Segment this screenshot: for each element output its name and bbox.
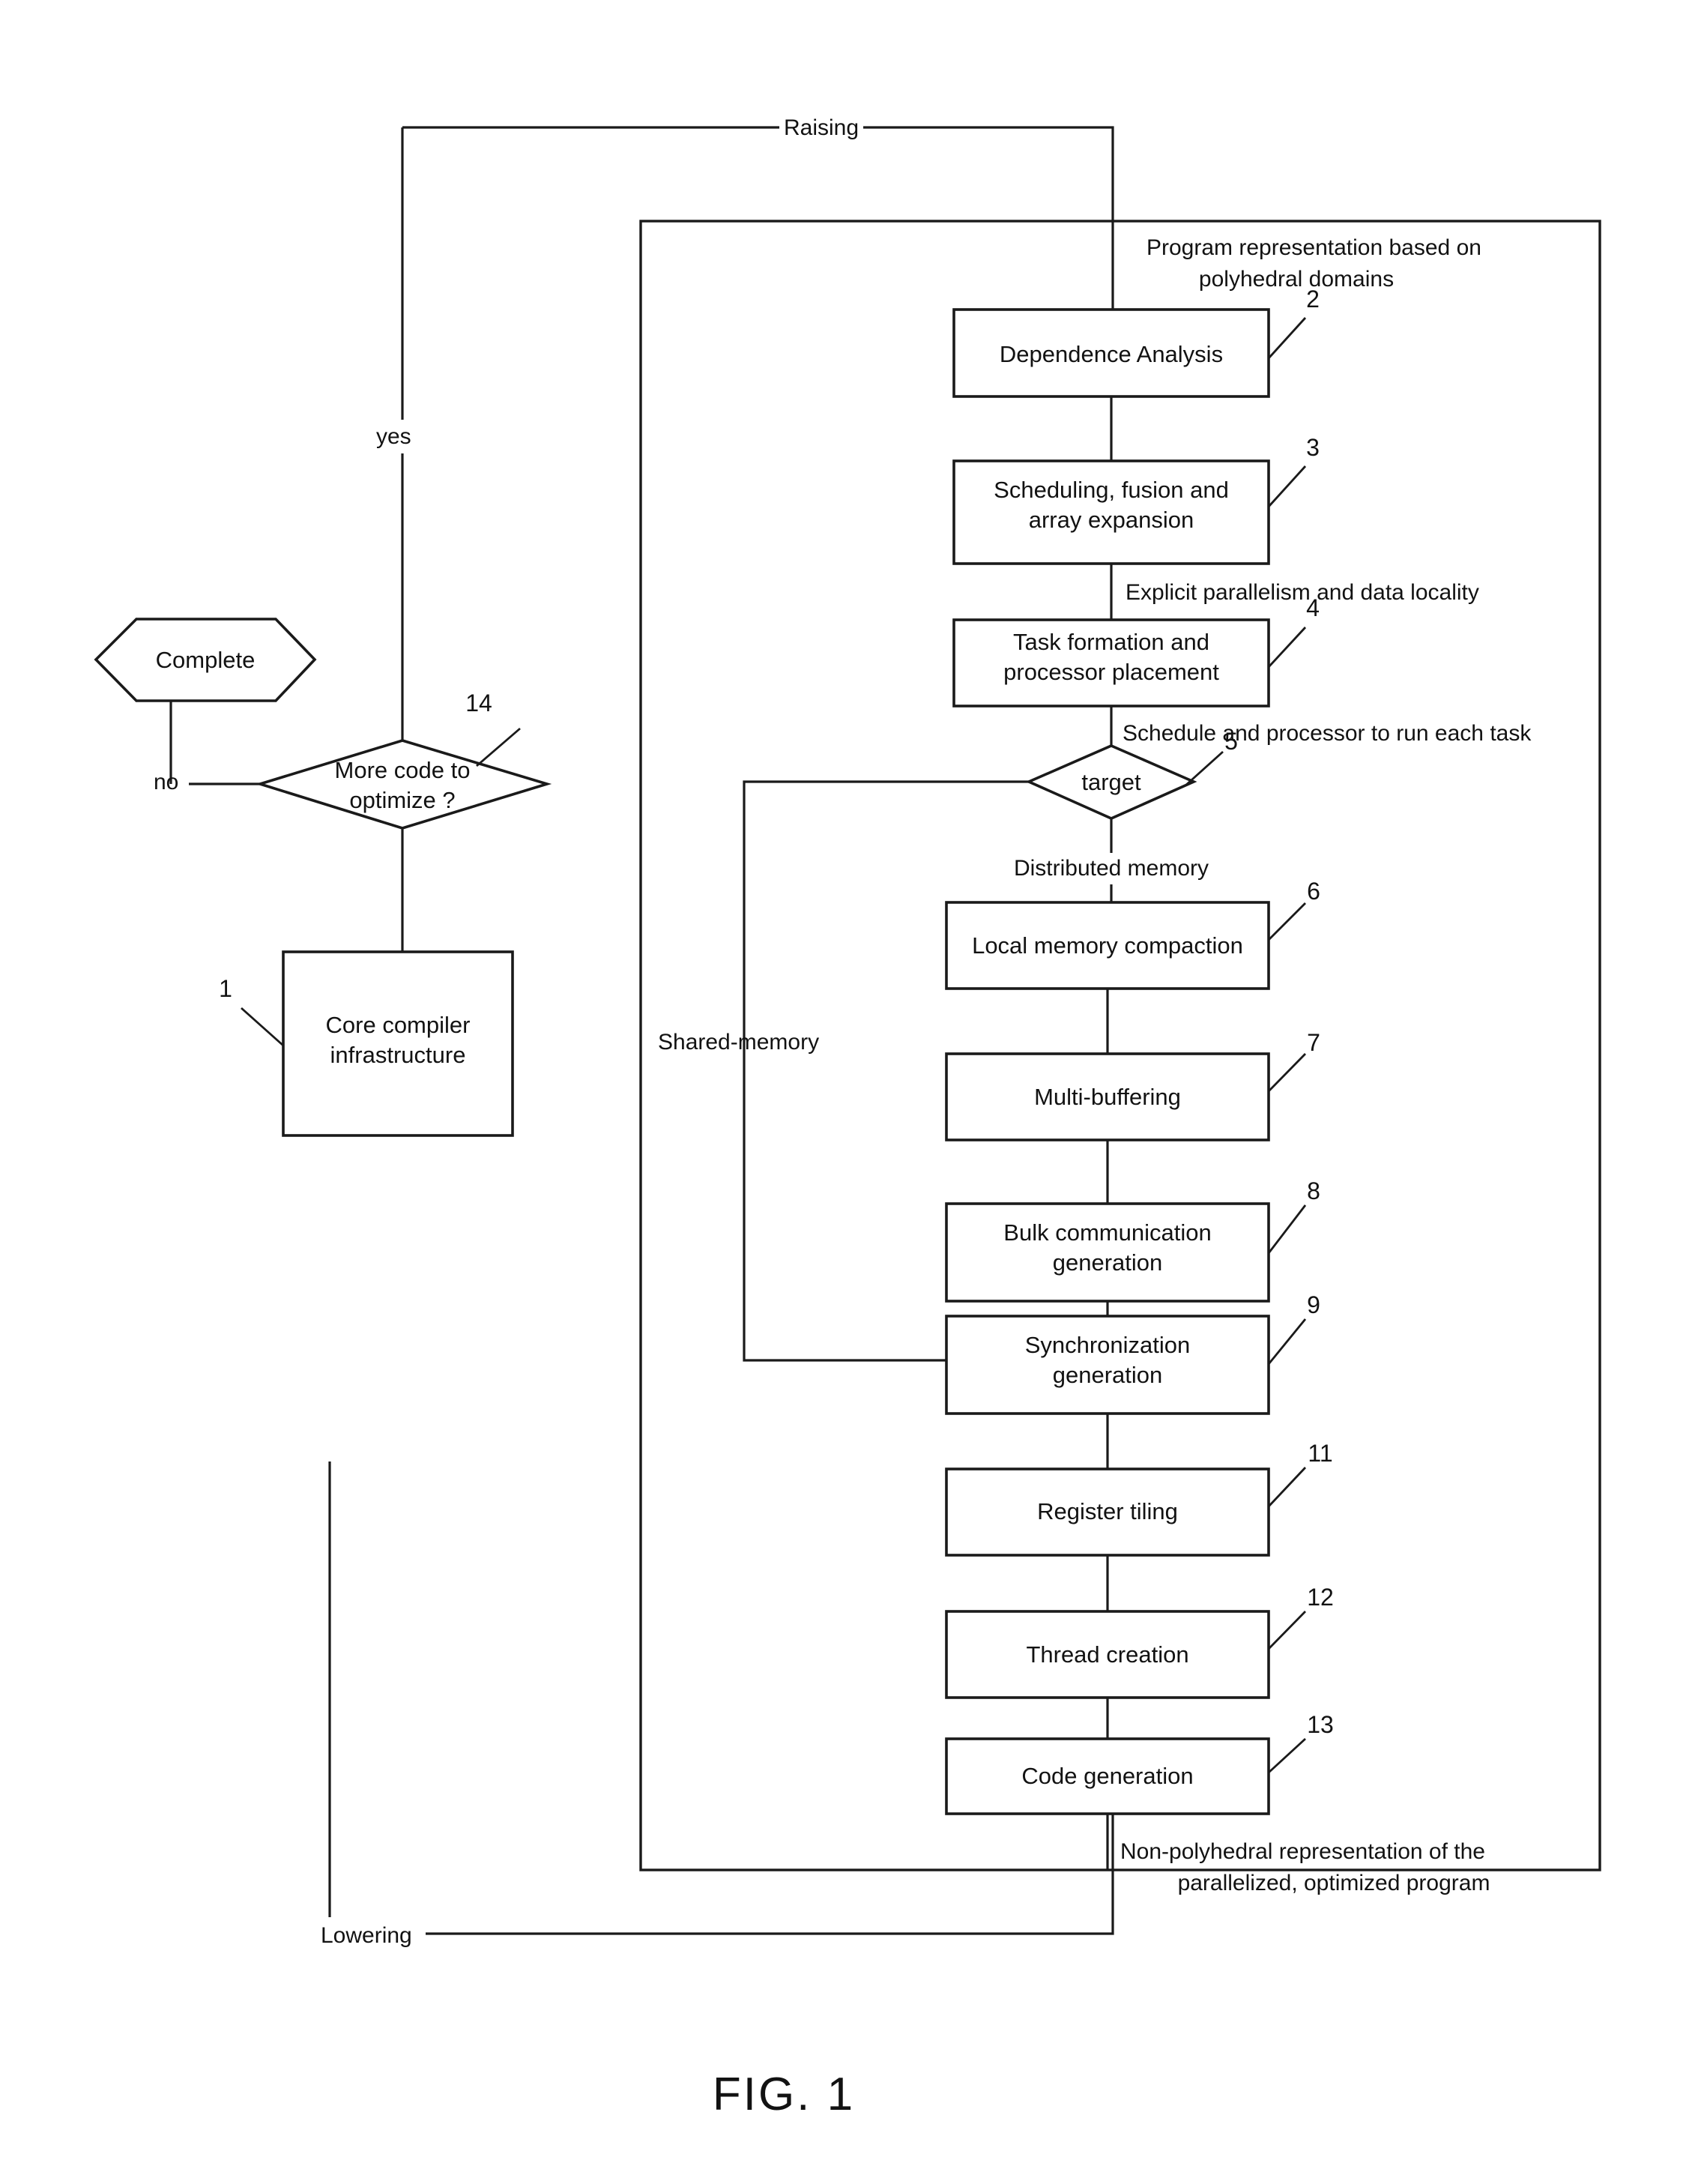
node-local-memory-compaction-label: Local memory compaction: [972, 932, 1243, 959]
edge-label-non-polyhedral-1: Non-polyhedral representation of the: [1120, 1839, 1485, 1864]
node-bulk-comm-label-1: Bulk communication: [1003, 1219, 1211, 1246]
ref-numeral-14: 14: [465, 690, 492, 717]
edge-label-yes: yes: [376, 424, 411, 449]
node-multi-buffering-label: Multi-buffering: [1034, 1084, 1181, 1110]
edge-label-program-representation-2: polyhedral domains: [1199, 267, 1394, 292]
leader-7: [1268, 1053, 1306, 1092]
ref-numeral-6: 6: [1307, 878, 1320, 905]
edge-label-non-polyhedral-2: parallelized, optimized program: [1178, 1871, 1490, 1895]
edge-label-program-representation-1: Program representation based on: [1146, 235, 1481, 260]
edge-label-lowering: Lowering: [321, 1923, 412, 1948]
edge-label-schedule-processor: Schedule and processor to run each task: [1123, 721, 1532, 746]
ref-numeral-3: 3: [1306, 434, 1320, 461]
node-code-generation-label: Code generation: [1021, 1763, 1193, 1789]
leader-8: [1267, 1204, 1307, 1254]
leader-14: [476, 727, 521, 767]
node-sync-label-1: Synchronization: [1025, 1332, 1191, 1358]
edge-label-shared-memory: Shared-memory: [658, 1030, 819, 1055]
node-dependence-analysis-label: Dependence Analysis: [1000, 341, 1223, 367]
leader-4: [1267, 627, 1307, 668]
leader-9: [1267, 1318, 1307, 1365]
node-thread-creation-label: Thread creation: [1026, 1641, 1188, 1668]
edge-label-no: no: [154, 770, 178, 794]
leader-1: [241, 1007, 284, 1047]
edge-lowering: [330, 1814, 1114, 1935]
node-task-formation-label-1: Task formation and: [1013, 629, 1209, 655]
ref-numeral-13: 13: [1307, 1711, 1334, 1738]
edge-label-distributed-memory: Distributed memory: [1014, 856, 1209, 881]
ref-numeral-4: 4: [1306, 594, 1320, 621]
ref-numeral-9: 9: [1307, 1291, 1320, 1318]
ref-numeral-7: 7: [1307, 1029, 1320, 1056]
leader-6: [1268, 902, 1306, 941]
node-core-compiler-label-2: infrastructure: [330, 1042, 466, 1068]
node-scheduling-label-2: array expansion: [1029, 507, 1194, 533]
figure-caption: FIG. 1: [713, 2069, 855, 2120]
leader-12: [1268, 1611, 1306, 1650]
node-scheduling-label-1: Scheduling, fusion and: [994, 477, 1229, 503]
node-bulk-comm-label-2: generation: [1053, 1249, 1163, 1276]
figure-sheet: Complete no More code to optimize ? 14 y…: [0, 0, 1707, 2184]
edge-raising-right: [863, 126, 1114, 310]
node-more-code-label-1: More code to: [335, 757, 471, 783]
flowchart-svg: Complete no More code to optimize ? 14 y…: [94, 111, 1601, 2120]
node-more-code-to-optimize[interactable]: [255, 739, 552, 830]
node-task-formation-label-2: processor placement: [1003, 659, 1219, 685]
node-sync-label-2: generation: [1053, 1362, 1163, 1388]
node-register-tiling-label: Register tiling: [1037, 1498, 1178, 1524]
leader-13: [1268, 1737, 1306, 1774]
ref-numeral-5: 5: [1224, 728, 1238, 755]
node-core-compiler-label-1: Core compiler: [326, 1012, 471, 1038]
leader-2: [1267, 317, 1307, 359]
leader-11: [1267, 1467, 1307, 1507]
edge-label-explicit-parallelism: Explicit parallelism and data locality: [1126, 580, 1479, 605]
ref-numeral-8: 8: [1307, 1177, 1320, 1204]
node-complete-label: Complete: [156, 647, 256, 673]
leader-3: [1267, 465, 1307, 507]
node-more-code-label-2: optimize ?: [349, 787, 455, 813]
node-target-label: target: [1081, 769, 1141, 795]
ref-numeral-12: 12: [1307, 1584, 1334, 1611]
ref-numeral-1: 1: [219, 975, 232, 1002]
leader-5: [1185, 750, 1224, 787]
ref-numeral-11: 11: [1308, 1440, 1332, 1467]
edge-label-raising: Raising: [784, 115, 859, 140]
